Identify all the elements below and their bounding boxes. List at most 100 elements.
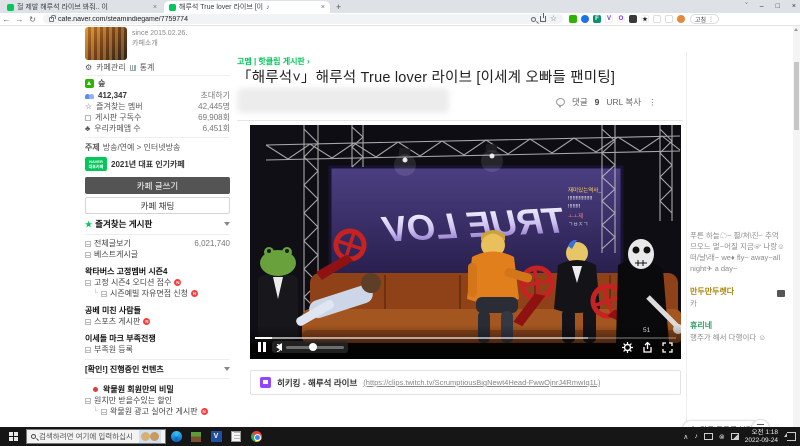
chrome-menu-icon[interactable]: ⋮ [708, 16, 714, 23]
member-count: 412,347 [98, 91, 127, 100]
comments-count[interactable]: 9 [595, 97, 600, 107]
cafe-page: since 2015.02.26. 카페소개 ⚙ 카페관리 통계 숲 412,3… [0, 26, 793, 446]
tab-audio-icon[interactable]: ♪ [266, 4, 270, 11]
chevron-down-icon[interactable] [224, 367, 230, 371]
cafe-since: since 2015.02.26. [132, 30, 188, 37]
fullscreen-icon[interactable] [662, 342, 673, 353]
topic-value[interactable]: 방송/연예 > 인터넷방송 [103, 142, 181, 153]
extension-icon-blue[interactable] [581, 15, 589, 23]
clip-link[interactable]: (https://clips.twitch.tv/ScrumptiousBigN… [363, 378, 600, 387]
refresh-icon[interactable]: ↻ [26, 15, 39, 24]
sidebar-menu-item[interactable]: 고정 시즌4 오디션 접수 N [85, 277, 230, 288]
minimize-button[interactable]: – [760, 3, 764, 10]
sidebar-menu-item[interactable]: 베스트게시글 [85, 249, 230, 260]
sidebar-menu-item[interactable]: 이세돌 마크 부족전쟁 [85, 327, 230, 344]
back-icon[interactable]: ← [0, 15, 13, 24]
tab-search-icon[interactable]: ˇ [745, 3, 747, 10]
touch-keyboard-icon[interactable] [703, 433, 713, 440]
url-text[interactable]: cafe.naver.com/steamindiegame/7759774 [58, 16, 527, 23]
cafe-logo-image[interactable] [85, 27, 127, 60]
settings-gear-icon[interactable] [622, 342, 633, 353]
bookmark-star-icon[interactable]: ☆ [550, 15, 557, 23]
taskbar-edge-icon[interactable] [166, 431, 186, 442]
browser-toolbar: ← → ↻ cafe.naver.com/steamindiegame/7759… [0, 13, 800, 26]
share-upload-icon[interactable] [642, 342, 653, 353]
extension-icon-o[interactable]: O [617, 15, 625, 23]
search-highlight-image[interactable] [139, 430, 161, 443]
topic-label: 주제 [85, 143, 100, 152]
sidebar-menu-item[interactable]: 원치만 받을수있는 할인 [85, 395, 230, 406]
tray-sound-icon[interactable]: ♪ [694, 433, 698, 440]
naver-badge-icon: NAVER 대표카페 [85, 157, 107, 171]
new-tab-button[interactable]: + [336, 2, 341, 12]
tray-status-icon[interactable]: ⊗ [719, 433, 725, 441]
fav-member-label: 즐겨찾는 멤버 [96, 102, 143, 111]
sidebar-menu-item[interactable]: 전체글보기 6,021,740 [85, 238, 230, 249]
taskbar-v-app-icon[interactable]: V [206, 431, 226, 442]
maximize-button[interactable]: □ [776, 3, 780, 10]
cafe-intro-link[interactable]: 카페소개 [132, 39, 187, 49]
taskbar-document-app-icon[interactable] [226, 431, 246, 442]
extension-icon-dark[interactable] [629, 15, 637, 23]
cafe-chat-button[interactable]: 카페 채팅 [85, 197, 230, 214]
chat-username[interactable]: 만두만두렛다 [690, 286, 734, 297]
extension-icon-green[interactable] [569, 15, 577, 23]
volume-icon[interactable] [276, 343, 282, 352]
video-progress-bar[interactable] [255, 337, 676, 339]
url-copy-button[interactable]: URL 복사 [606, 96, 641, 108]
taskbar-chrome-icon[interactable] [246, 431, 266, 442]
address-bar[interactable]: cafe.naver.com/steamindiegame/7759774 ☆ [43, 13, 563, 24]
taskbar-minecraft-icon[interactable] [186, 431, 206, 442]
board-icon [85, 318, 91, 325]
close-tab-icon[interactable]: × [153, 4, 157, 11]
profile-avatar[interactable] [677, 15, 685, 23]
sidebar-menu-item[interactable]: 시즌예빌 자유면접 신청 N [85, 288, 230, 299]
start-button[interactable] [0, 432, 26, 441]
fav-boards-header[interactable]: 즐겨찾는 게시판 [95, 218, 152, 230]
volume-slider[interactable] [286, 342, 344, 351]
comments-label[interactable]: 댓글 [572, 96, 588, 108]
taskbar-clock[interactable]: 오전 1:18 2022-09-24 [745, 429, 778, 444]
sidebar-menu-item[interactable]: 왁물원 회원만의 비밀 [85, 379, 230, 395]
scrollbar-thumb[interactable] [794, 62, 799, 130]
app-icon: ♣ [85, 124, 91, 133]
reading-list-icon[interactable] [653, 15, 661, 23]
cafe-manage-link[interactable]: 카페관리 [96, 62, 125, 73]
sidebar-menu-item[interactable]: 부족원 등록 [85, 344, 230, 355]
extension-icon-v[interactable]: V [605, 15, 613, 23]
side-panel-icon[interactable] [665, 15, 673, 23]
screen-chat-overlay: 재미있는역사_ [568, 186, 602, 194]
scrollbar-up-icon[interactable] [794, 28, 798, 31]
profile-chip[interactable]: 고침 ⋮ [690, 14, 720, 24]
zoom-icon[interactable] [530, 16, 536, 22]
sidebar-menu-item[interactable]: 스포츠 게시판 N [85, 316, 230, 327]
extension-icon-f[interactable]: F [593, 15, 601, 23]
chat-username[interactable]: 휴리네 [690, 320, 712, 331]
tray-photo-icon[interactable] [730, 433, 739, 440]
desktop-screen: 헐 제발 해루석 라이브 봐줘.. 이 × 해루석 True lover 라이브… [0, 0, 800, 446]
cafe-stats-link[interactable]: 통계 [140, 62, 155, 73]
invite-link[interactable]: 초대하기 [201, 90, 230, 101]
post-more-icon[interactable]: ⋮ [648, 97, 657, 108]
pause-button[interactable] [258, 342, 266, 352]
tray-expand-icon[interactable]: ∧ [683, 433, 688, 441]
chevron-down-icon[interactable] [224, 222, 230, 226]
forward-icon[interactable]: → [13, 15, 26, 24]
search-placeholder: 검색하려면 여기에 입력하십시 [39, 432, 133, 441]
page-scrollbar[interactable] [793, 26, 800, 427]
browser-tab-2-active[interactable]: 해루석 True lover 라이브 [이 ♪ × [164, 1, 330, 13]
close-tab-icon[interactable]: × [321, 4, 325, 11]
video-player[interactable]: TRUE LOV 재미있는역사_ !!!!!!!!!!!!!!!! !!!!!!… [250, 125, 681, 359]
cafe-write-button[interactable]: 카페 글쓰기 [85, 177, 230, 194]
share-icon[interactable] [539, 13, 546, 22]
taskbar-search-box[interactable]: 검색하려면 여기에 입력하십시 [26, 429, 166, 444]
sidebar-menu-item[interactable]: 왁물원 광고 실어간 게시판 N [85, 406, 230, 417]
sidebar-menu-item[interactable]: [확인!] 진행중인 컨텐츠 [85, 359, 230, 379]
notification-center-icon[interactable] [784, 432, 796, 441]
sidebar-menu-item[interactable]: 공베 미친 사람들 [85, 299, 230, 316]
browser-tab-1[interactable]: 헐 제발 해루석 라이브 봐줘.. 이 × [2, 1, 162, 13]
chat-image-thumb-icon[interactable] [777, 290, 785, 297]
sidebar-menu-item[interactable]: 왁타버스 고정멤버 시즌4 [85, 260, 230, 277]
extensions-puzzle-icon[interactable]: ★ [641, 15, 649, 23]
close-window-button[interactable]: × [792, 3, 796, 10]
